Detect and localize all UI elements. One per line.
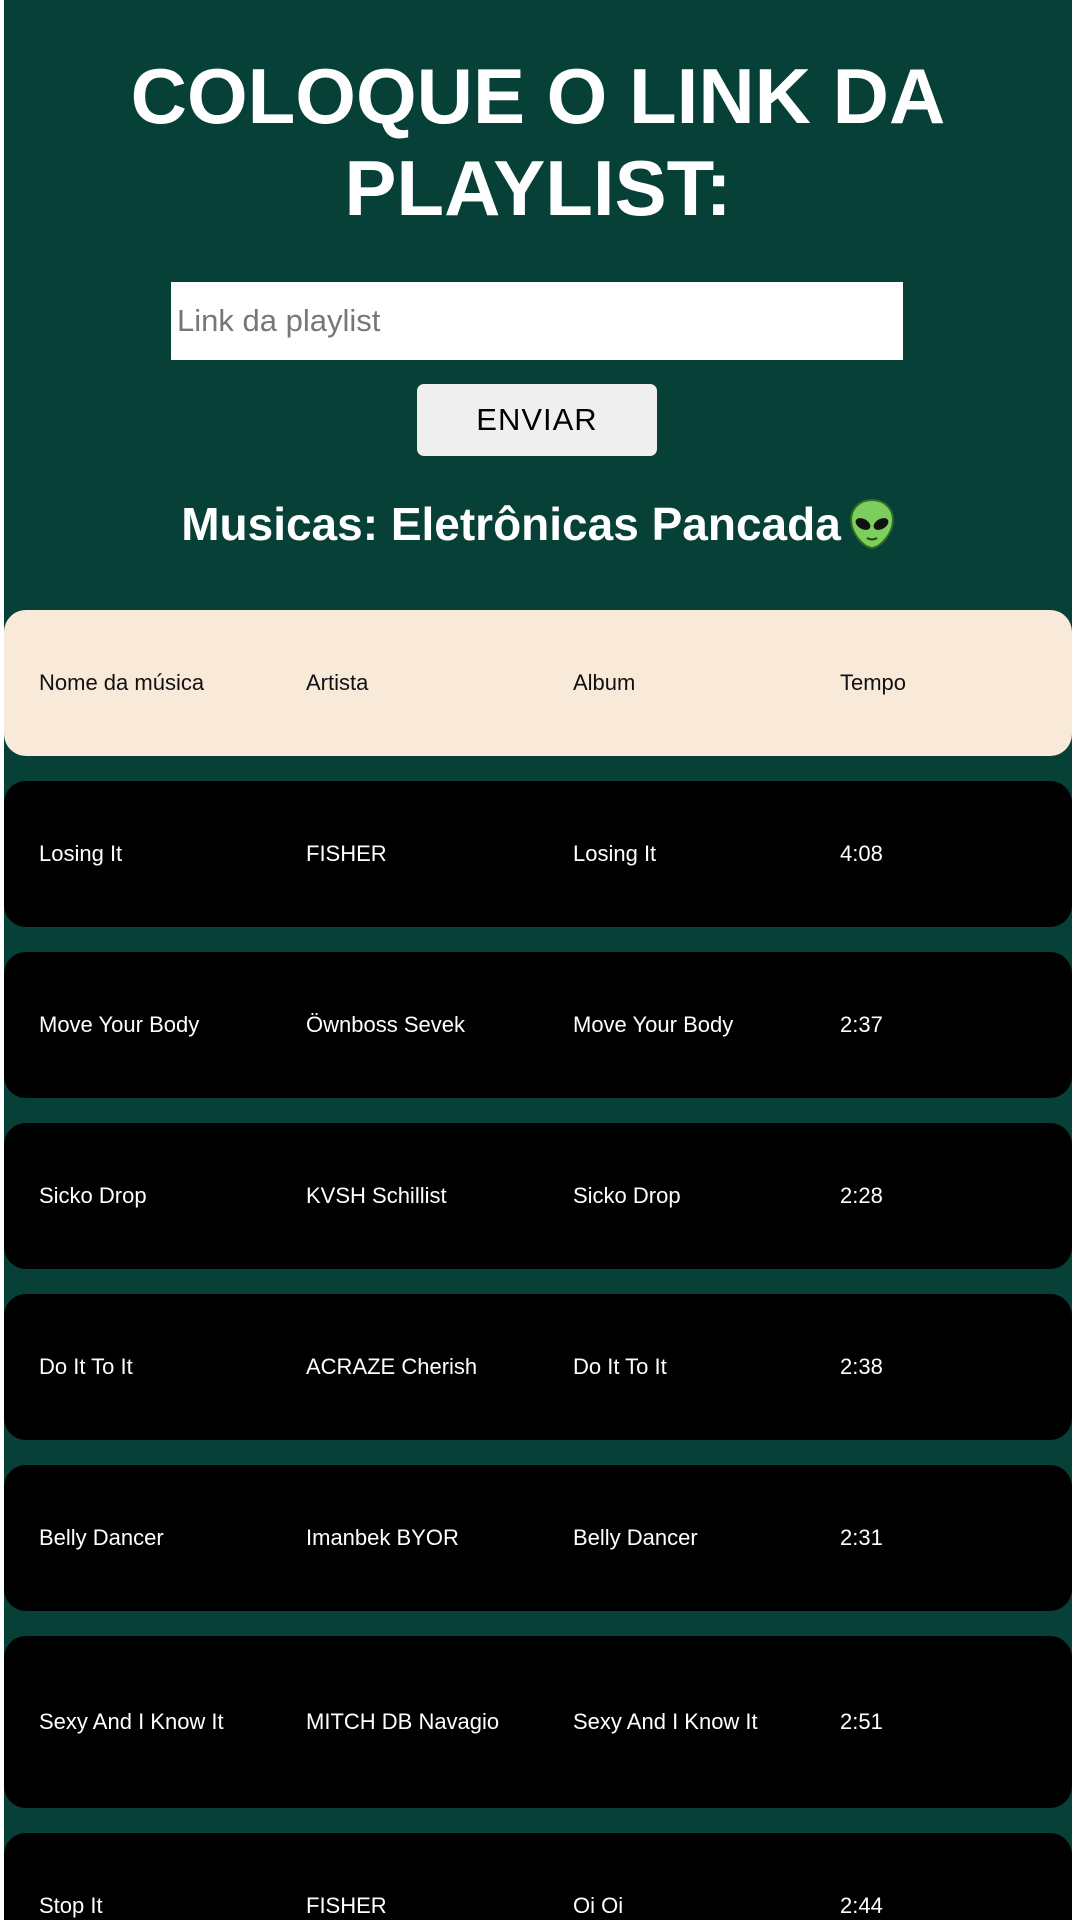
track-album: Move Your Body	[573, 1012, 734, 1037]
track-time: 2:38	[840, 1354, 883, 1379]
playlist-link-input[interactable]	[171, 282, 903, 360]
track-time: 2:44	[840, 1893, 883, 1918]
track-album: Belly Dancer	[573, 1525, 698, 1550]
track-album: Sexy And I Know It	[573, 1709, 758, 1734]
playlist-heading-text: Musicas: Eletrônicas Pancada	[181, 498, 841, 550]
header-song-name: Nome da música	[39, 670, 205, 695]
send-button[interactable]: ENVIAR	[417, 384, 657, 456]
track-name: Do It To It	[39, 1354, 133, 1379]
header-artist: Artista	[306, 670, 369, 695]
track-name: Stop It	[39, 1893, 103, 1918]
table-row[interactable]: Do It To It ACRAZE Cherish Do It To It 2…	[4, 1294, 1072, 1440]
table-header-row: Nome da música Artista Album Tempo	[4, 610, 1072, 756]
track-album: Losing It	[573, 841, 657, 866]
table-row[interactable]: Move Your Body Öwnboss Sevek Move Your B…	[4, 952, 1072, 1098]
track-name: Sexy And I Know It	[39, 1709, 224, 1734]
track-artist: KVSH Schillist	[306, 1183, 447, 1208]
track-time: 2:28	[840, 1183, 883, 1208]
table-row[interactable]: Stop It FISHER Oi Oi 2:44	[4, 1833, 1072, 1920]
track-artist: FISHER	[306, 1893, 387, 1918]
table-row[interactable]: Sicko Drop KVSH Schillist Sicko Drop 2:2…	[4, 1123, 1072, 1269]
track-time: 4:08	[840, 841, 883, 866]
track-table: Nome da música Artista Album Tempo Losin…	[4, 610, 1072, 1920]
table-row[interactable]: Losing It FISHER Losing It 4:08	[4, 781, 1072, 927]
table-row[interactable]: Belly Dancer Imanbek BYOR Belly Dancer 2…	[4, 1465, 1072, 1611]
track-name: Losing It	[39, 841, 123, 866]
track-time: 2:51	[840, 1709, 883, 1734]
track-artist: Imanbek BYOR	[306, 1525, 459, 1550]
track-name: Sicko Drop	[39, 1183, 147, 1208]
track-artist: FISHER	[306, 841, 387, 866]
track-album: Sicko Drop	[573, 1183, 681, 1208]
track-time: 2:37	[840, 1012, 883, 1037]
playlist-app: COLOQUE O LINK DA PLAYLIST: ENVIAR Music…	[4, 0, 1072, 1920]
track-album: Oi Oi	[573, 1893, 624, 1918]
track-artist: ACRAZE Cherish	[306, 1354, 478, 1379]
track-time: 2:31	[840, 1525, 883, 1550]
header-album: Album	[573, 670, 636, 695]
track-artist: Öwnboss Sevek	[306, 1012, 465, 1037]
alien-icon	[849, 498, 895, 568]
page-title: COLOQUE O LINK DA PLAYLIST:	[130, 52, 946, 232]
header-time: Tempo	[840, 670, 907, 695]
playlist-heading: Musicas: Eletrônicas Pancada	[4, 490, 1072, 568]
track-album: Do It To It	[573, 1354, 667, 1379]
table-row[interactable]: Sexy And I Know It MITCH DB Navagio Sexy…	[4, 1636, 1072, 1808]
track-name: Move Your Body	[39, 1012, 200, 1037]
track-artist: MITCH DB Navagio	[306, 1709, 500, 1734]
track-name: Belly Dancer	[39, 1525, 164, 1550]
